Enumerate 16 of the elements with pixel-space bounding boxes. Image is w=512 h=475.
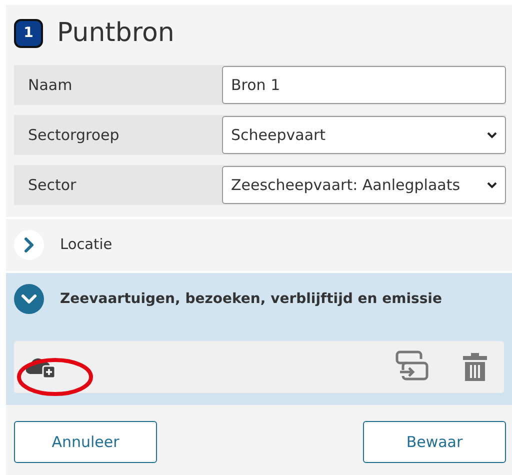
field-label: Naam	[27, 76, 72, 94]
section-header[interactable]: Locatie	[14, 229, 504, 261]
field-label: Sectorgroep	[27, 126, 120, 144]
caret-icon	[487, 182, 497, 188]
action-button[interactable]: Bewaar	[363, 421, 506, 463]
input-field[interactable]: Bron 1	[222, 66, 506, 104]
dropdown[interactable]: Zeescheepvaart: Aanlegplaats	[222, 166, 506, 204]
chevron-right-icon	[14, 230, 44, 260]
number-badge: 1	[14, 18, 43, 48]
field-label: Sector	[27, 176, 76, 194]
trash-icon[interactable]	[462, 352, 488, 382]
panel-title: Puntbron	[57, 18, 174, 48]
caret-icon	[487, 132, 497, 138]
dropdown[interactable]: Scheepvaart	[222, 116, 506, 154]
chevron-down-icon	[14, 284, 44, 314]
action-button[interactable]: Annuleer	[14, 421, 157, 463]
